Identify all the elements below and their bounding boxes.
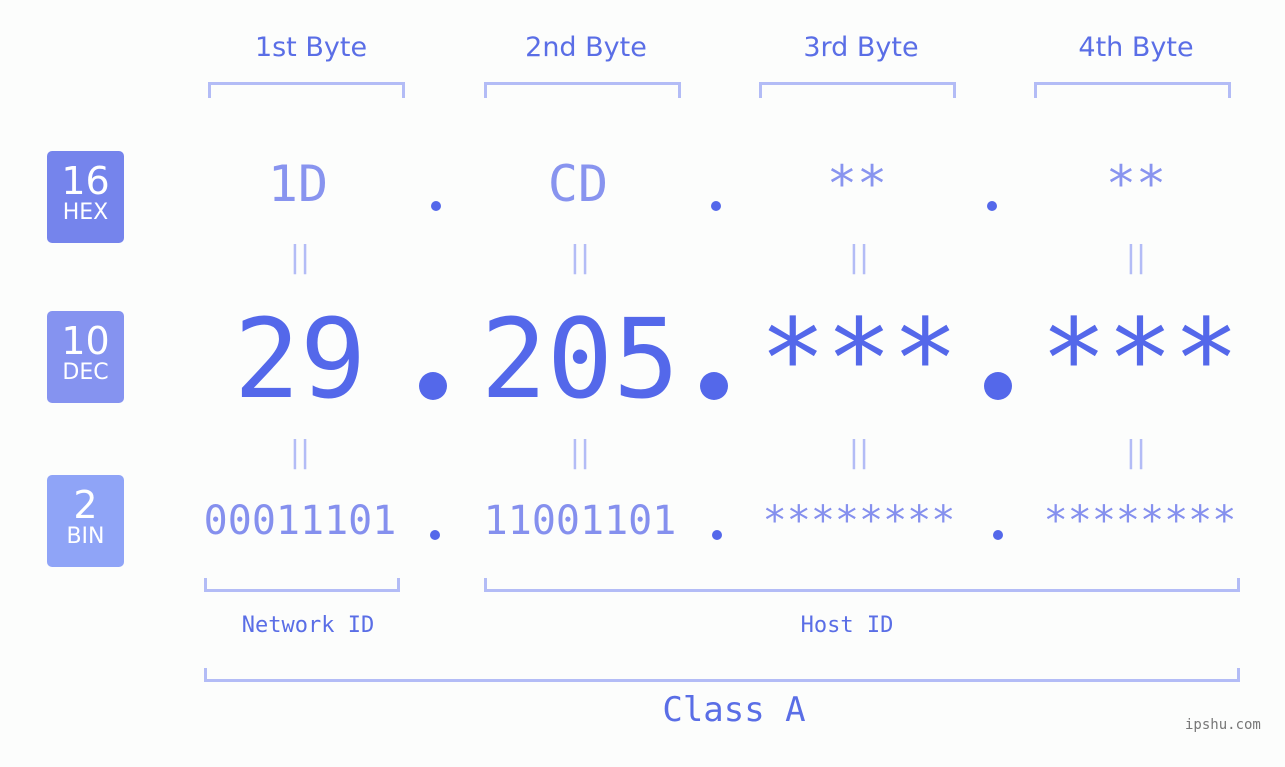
bin-separator-dot-3	[993, 530, 1003, 540]
byte-bracket-3	[759, 82, 956, 98]
byte-bracket-2	[484, 82, 681, 98]
hex-value-1: 1D	[267, 155, 329, 213]
hex-badge-base: 16	[61, 159, 110, 203]
dec-value-1: 29	[233, 295, 367, 423]
equals-sign: ||	[289, 240, 311, 275]
hex-value-3: **	[826, 155, 888, 213]
equals-sign: ||	[289, 435, 311, 470]
class-label: Class A	[662, 690, 806, 730]
equals-sign: ||	[848, 240, 870, 275]
byte-label-4: 4th Byte	[1078, 32, 1194, 63]
hex-value-2: CD	[547, 155, 609, 213]
equals-sign: ||	[1125, 435, 1147, 470]
dec-badge-base: 10	[61, 319, 110, 363]
bin-badge-base: 2	[73, 483, 98, 527]
hex-separator-dot-2	[711, 201, 721, 211]
equals-sign: ||	[1125, 240, 1147, 275]
dec-value-4: ***	[1040, 295, 1240, 423]
bin-value-3: ********	[762, 498, 956, 544]
byte-label-3: 3rd Byte	[803, 32, 919, 63]
dec-value-2: 205	[480, 295, 680, 423]
equals-sign: ||	[569, 240, 591, 275]
byte-bracket-4	[1034, 82, 1231, 98]
hex-separator-dot-1	[431, 201, 441, 211]
bin-value-2: 11001101	[483, 498, 677, 544]
bin-badge-label: BIN	[66, 524, 105, 549]
dec-separator-dot-3	[984, 372, 1012, 400]
dec-separator-dot-1	[419, 372, 447, 400]
bin-value-1: 00011101	[203, 498, 397, 544]
byte-label-2: 2nd Byte	[525, 32, 647, 63]
byte-bracket-1	[208, 82, 405, 98]
equals-sign: ||	[569, 435, 591, 470]
dec-separator-dot-2	[700, 372, 728, 400]
equals-sign: ||	[848, 435, 870, 470]
host-id-bracket	[484, 578, 1240, 592]
hex-value-4: **	[1105, 155, 1167, 213]
hex-separator-dot-3	[987, 201, 997, 211]
byte-label-1: 1st Byte	[254, 32, 368, 63]
hex-badge-label: HEX	[62, 200, 109, 225]
hex-badge: 16 HEX	[47, 151, 124, 243]
dec-badge-label: DEC	[62, 360, 109, 385]
dec-badge: 10 DEC	[47, 311, 124, 403]
bin-separator-dot-1	[430, 530, 440, 540]
network-id-label: Network ID	[241, 613, 375, 638]
dec-value-3: ***	[759, 295, 959, 423]
host-id-label: Host ID	[800, 613, 894, 638]
bin-separator-dot-2	[712, 530, 722, 540]
bin-badge: 2 BIN	[47, 475, 124, 567]
watermark: ipshu.com	[1185, 717, 1261, 733]
bin-value-4: ********	[1043, 498, 1237, 544]
class-bracket	[204, 668, 1240, 682]
network-id-bracket	[204, 578, 400, 592]
